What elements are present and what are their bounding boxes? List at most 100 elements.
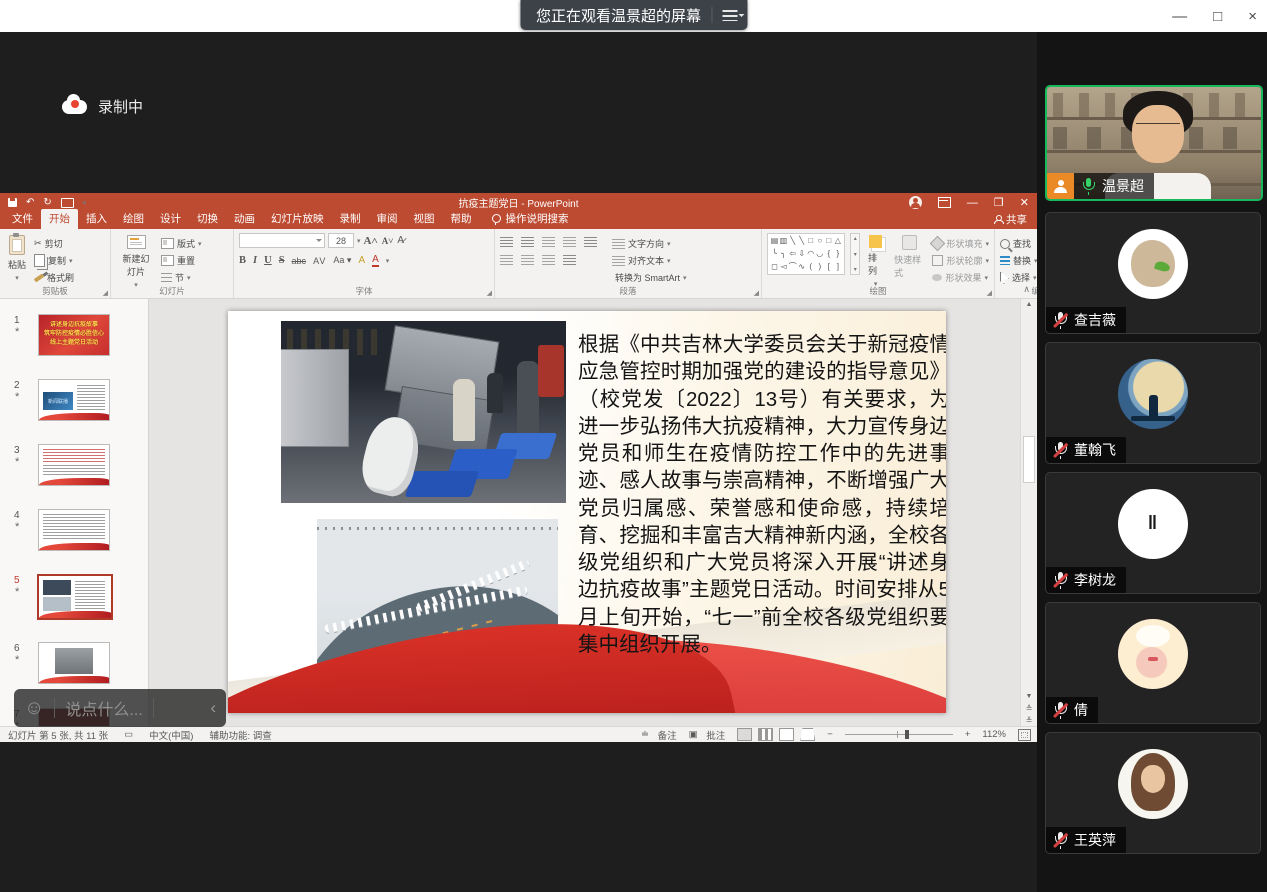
font-size-box[interactable]: 28 (328, 233, 354, 248)
tab-review[interactable]: 审阅 (369, 209, 406, 229)
thumb-image[interactable] (38, 444, 110, 486)
align-left-icon[interactable] (500, 255, 513, 265)
slideshow-view-icon[interactable] (800, 728, 815, 741)
qat-customize-caret-icon[interactable]: ▾ (83, 199, 87, 207)
slide-scrollbar[interactable]: ▲ ▼ ≙ ≚ (1020, 299, 1037, 728)
thumbnail-slide-5-selected[interactable]: 5 * (0, 574, 148, 634)
redo-icon[interactable]: ↻ (43, 197, 51, 208)
chat-placeholder[interactable]: 说点什么... (65, 696, 142, 720)
reset-button[interactable]: 重置 (161, 254, 202, 267)
thumb-image[interactable]: 讲述身边抗疫故事 筑牢防控疫情必胜信心 线上主题党日活动 (38, 314, 110, 356)
zoom-out-icon[interactable]: − (827, 729, 833, 740)
language-indicator[interactable]: 中文(中国) (149, 728, 193, 742)
zoom-slider-thumb[interactable] (905, 730, 909, 739)
shape-gallery-scroll[interactable]: ▴▾▾ (850, 233, 860, 275)
participant-tile[interactable]: 倩 (1045, 602, 1261, 724)
tell-me-search[interactable]: 操作说明搜索 (492, 211, 569, 229)
shape-effects-button[interactable]: 形状效果▾ (932, 271, 989, 284)
drawing-dialog-launcher-icon[interactable]: ◢ (987, 289, 992, 297)
notes-toggle[interactable]: ≐ 备注 (641, 728, 677, 742)
chat-collapse-icon[interactable]: ‹ (210, 698, 216, 718)
notes-pane-icon[interactable]: ▭ (124, 729, 133, 740)
font-size-caret-icon[interactable]: ▾ (357, 237, 361, 245)
tab-design[interactable]: 设计 (152, 209, 189, 229)
minimize-button[interactable]: — (1172, 8, 1187, 25)
tab-animations[interactable]: 动画 (226, 209, 263, 229)
account-avatar-icon[interactable] (909, 196, 922, 209)
comments-toggle[interactable]: ▣ 批注 (689, 728, 726, 742)
participant-tile[interactable]: 董翰飞 (1045, 342, 1261, 464)
ppt-close-button[interactable]: ✕ (1020, 196, 1029, 209)
save-icon[interactable] (8, 198, 17, 207)
align-text-button[interactable]: 对齐文本▾ (612, 254, 687, 267)
replace-button[interactable]: 替换▾ (1000, 254, 1037, 267)
thumbnail-slide-2[interactable]: 2 * 新闻联播 (0, 379, 148, 439)
quick-styles-button[interactable]: 快速样式 (891, 233, 927, 286)
start-slideshow-icon[interactable] (61, 198, 74, 208)
highlight-color-button[interactable]: A (358, 255, 365, 266)
section-button[interactable]: 节▾ (161, 271, 202, 284)
thumb-image[interactable]: 新闻联播 (38, 379, 110, 421)
character-spacing-button[interactable]: AV (313, 256, 326, 266)
numbering-icon[interactable] (521, 237, 534, 247)
slide-body-text[interactable]: 根据《中共吉林大学委员会关于新冠疫情应急管控时期加强党的建设的指导意见》（校党发… (578, 331, 946, 658)
change-case-button[interactable]: Aa ▾ (333, 255, 351, 266)
participant-tile[interactable]: ‖ 李树龙 (1045, 472, 1261, 594)
thumbnail-slide-4[interactable]: 4 * (0, 509, 148, 569)
tab-transitions[interactable]: 切换 (189, 209, 226, 229)
participant-tile-video[interactable]: 温景超 (1045, 85, 1263, 201)
slide-photo-night-loading[interactable] (281, 321, 566, 503)
align-center-icon[interactable] (521, 255, 534, 265)
tab-record[interactable]: 录制 (332, 209, 369, 229)
ribbon-display-options-icon[interactable] (938, 197, 951, 208)
grow-font-icon[interactable]: A˄ (364, 235, 378, 247)
tab-file[interactable]: 文件 (4, 209, 41, 229)
ppt-minimize-button[interactable]: — (967, 197, 978, 209)
paste-button[interactable]: 粘贴 ▾ (5, 233, 29, 286)
justify-icon[interactable] (563, 255, 576, 265)
banner-menu-icon[interactable] (722, 10, 737, 21)
text-shadow-button[interactable]: abc (292, 256, 307, 266)
undo-icon[interactable]: ↶ (26, 197, 34, 208)
thumb-image[interactable] (38, 509, 110, 551)
thumbnail-slide-3[interactable]: 3 * (0, 444, 148, 504)
participant-tile[interactable]: 王英萍 (1045, 732, 1261, 854)
font-dialog-launcher-icon[interactable]: ◢ (487, 289, 492, 297)
scroll-down-icon[interactable]: ▼ (1021, 693, 1037, 700)
thumb-image[interactable] (38, 642, 110, 684)
new-slide-button[interactable]: 新建幻灯片 ▾ (116, 233, 156, 286)
tab-insert[interactable]: 插入 (78, 209, 115, 229)
participant-tile[interactable]: 查吉薇 (1045, 212, 1261, 334)
ppt-share-button[interactable]: 共享 (994, 212, 1027, 227)
find-button[interactable]: 查找 (1000, 237, 1037, 250)
normal-view-icon[interactable] (737, 728, 752, 741)
slide-canvas[interactable]: 根据《中共吉林大学委员会关于新冠疫情应急管控时期加强党的建设的指导意见》（校党发… (228, 311, 946, 713)
line-spacing-icon[interactable] (584, 237, 597, 247)
layout-button[interactable]: 版式▾ (161, 237, 202, 250)
ppt-restore-button[interactable]: ❐ (994, 196, 1004, 209)
emoji-smiley-icon[interactable]: ☺ (24, 698, 44, 718)
arrange-button[interactable]: 排列 ▾ (865, 233, 886, 286)
fit-slide-icon[interactable] (1018, 729, 1031, 741)
strikethrough-button[interactable]: S (279, 255, 285, 266)
thumb-image[interactable] (37, 574, 113, 620)
clear-format-icon[interactable]: A̷ (397, 235, 404, 246)
cut-button[interactable]: ✂剪切 (34, 237, 74, 250)
accessibility-status[interactable]: 辅助功能: 调查 (209, 728, 271, 742)
thumbnail-slide-1[interactable]: 1 * 讲述身边抗疫故事 筑牢防控疫情必胜信心 线上主题党日活动 (0, 314, 148, 374)
clipboard-dialog-launcher-icon[interactable]: ◢ (103, 289, 108, 297)
align-right-icon[interactable] (542, 255, 555, 265)
smartart-button[interactable]: 转换为 SmartArt▾ (612, 271, 687, 284)
underline-button[interactable]: U (264, 255, 272, 266)
shrink-font-icon[interactable]: A˅ (382, 236, 394, 246)
tab-help[interactable]: 帮助 (443, 209, 480, 229)
select-button[interactable]: 选择▾ (1000, 271, 1037, 284)
paragraph-dialog-launcher-icon[interactable]: ◢ (754, 289, 759, 297)
reading-view-icon[interactable] (779, 728, 794, 741)
decrease-indent-icon[interactable] (542, 237, 555, 247)
font-color-button[interactable]: A (372, 254, 379, 267)
tab-view[interactable]: 视图 (406, 209, 443, 229)
tab-slideshow[interactable]: 幻灯片放映 (263, 209, 332, 229)
copy-button[interactable]: 复制▾ (34, 254, 74, 267)
next-slide-icon[interactable]: ≚ (1021, 716, 1037, 725)
